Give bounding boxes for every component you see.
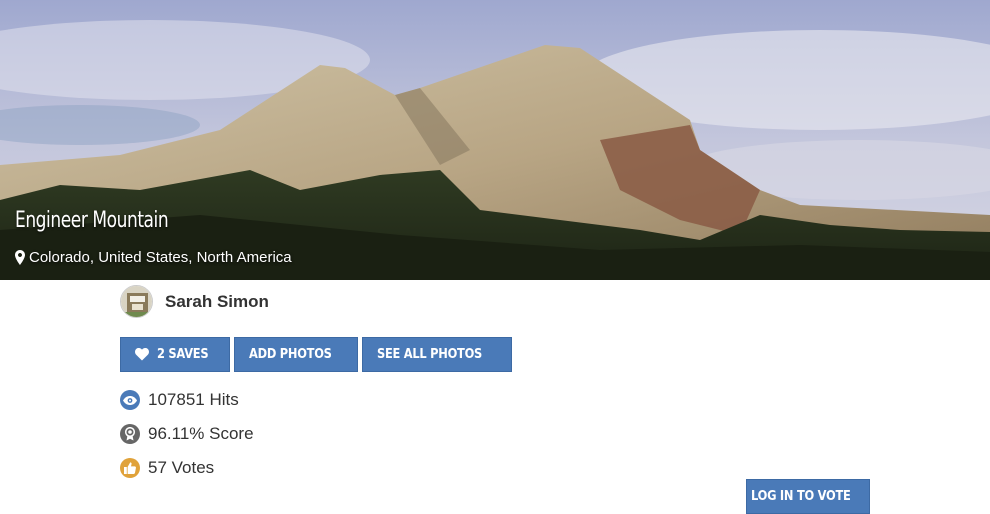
- add-photos-label: ADD PHOTOS: [249, 347, 332, 362]
- votes-stat: 57 Votes: [120, 451, 254, 485]
- avatar[interactable]: [120, 285, 153, 318]
- hero-banner: Engineer Mountain Colorado, United State…: [0, 0, 990, 280]
- log-in-to-vote-button[interactable]: LOG IN TO VOTE: [746, 479, 870, 514]
- log-in-to-vote-label: LOG IN TO VOTE: [751, 489, 852, 504]
- thumbs-up-icon: [120, 458, 140, 478]
- stats-list: 107851 Hits 96.11% Score 57 Votes: [120, 383, 254, 485]
- votes-text: 57 Votes: [148, 458, 215, 477]
- score-stat: 96.11% Score: [120, 417, 254, 451]
- score-text: 96.11% Score: [148, 424, 254, 443]
- location-text: Colorado, United States, North America: [29, 249, 292, 266]
- see-all-photos-button[interactable]: SEE ALL PHOTOS: [362, 337, 512, 372]
- heart-icon: [135, 348, 149, 361]
- saves-button[interactable]: 2 SAVES: [120, 337, 231, 372]
- avatar-image: [121, 286, 152, 317]
- author[interactable]: Sarah Simon: [120, 285, 269, 318]
- hits-text: 107851 Hits: [148, 390, 239, 409]
- action-buttons: 2 SAVES ADD PHOTOS SEE ALL PHOTOS: [120, 337, 512, 372]
- location: Colorado, United States, North America: [15, 249, 292, 266]
- add-photos-button[interactable]: ADD PHOTOS: [234, 337, 359, 372]
- eye-icon: [120, 390, 140, 410]
- map-pin-icon: [15, 250, 25, 265]
- page-title: Engineer Mountain: [15, 208, 169, 233]
- hero-photo: [0, 0, 990, 280]
- author-name[interactable]: Sarah Simon: [165, 292, 269, 312]
- hits-stat: 107851 Hits: [120, 383, 254, 417]
- award-icon: [120, 424, 140, 444]
- see-all-photos-label: SEE ALL PHOTOS: [377, 347, 483, 362]
- saves-label: 2 SAVES: [157, 347, 209, 362]
